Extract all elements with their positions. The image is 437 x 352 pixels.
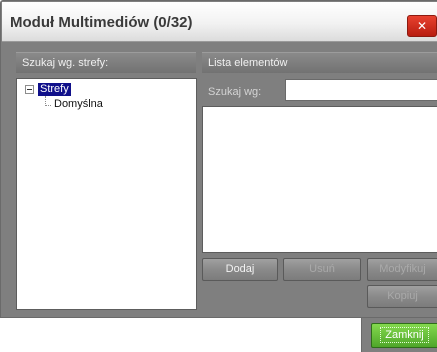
element-list-header: Lista elementów (202, 52, 437, 73)
dialog-titlebar: Moduł Multimediów (0/32) ✕ (2, 2, 437, 42)
zone-search-header: Szukaj wg. strefy: (16, 52, 196, 73)
search-input[interactable] (285, 79, 437, 101)
close-button-label: Zamknij (380, 327, 429, 343)
copy-button[interactable]: Kopiuj (367, 285, 437, 308)
zone-search-header-label: Szukaj wg. strefy: (22, 57, 109, 69)
tree-connector (45, 96, 51, 106)
close-button[interactable]: Zamknij (371, 323, 437, 348)
zone-tree[interactable]: Strefy Domyślna (16, 78, 197, 310)
close-icon[interactable]: ✕ (407, 15, 437, 37)
search-label: Szukaj wg: (208, 86, 262, 98)
element-list-header-label: Lista elementów (208, 57, 288, 69)
element-list[interactable] (202, 106, 437, 253)
tree-node-zones[interactable]: Strefy (38, 83, 71, 96)
dialog-title: Moduł Multimediów (0/32) (10, 14, 193, 31)
tree-node-default[interactable]: Domyślna (54, 98, 103, 111)
modify-button[interactable]: Modyfikuj (367, 258, 437, 281)
tree-collapse-icon[interactable] (25, 85, 34, 94)
remove-button[interactable]: Usuń (283, 258, 361, 281)
add-button[interactable]: Dodaj (202, 258, 278, 281)
screen: Moduł Multimediów (0/32) ✕ Szukaj wg. st… (0, 0, 437, 352)
